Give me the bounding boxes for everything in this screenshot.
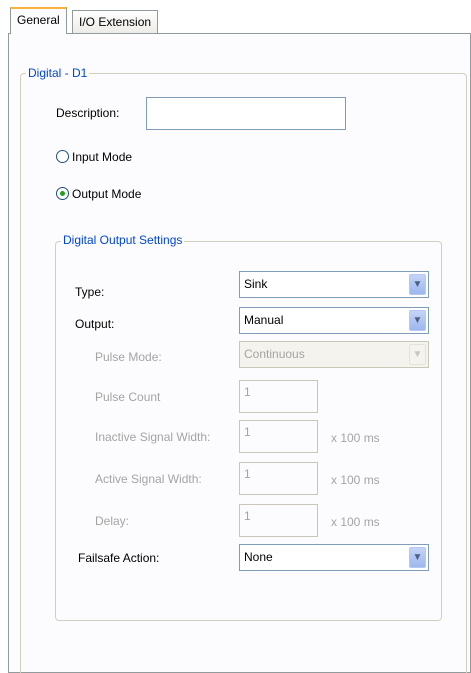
failsafe-action-value: None [244,550,273,564]
type-select[interactable]: Sink ▼ [239,271,429,298]
input-mode-radio[interactable] [56,150,69,163]
pulse-count-label: Pulse Count [95,390,161,404]
pulse-mode-label: Pulse Mode: [95,350,162,364]
pulse-mode-select: Continuous ▼ [239,341,429,368]
radio-selected-dot [60,191,65,196]
chevron-down-icon[interactable]: ▼ [409,310,426,331]
tab-strip: General I/O Extension [0,0,471,34]
output-settings-title: Digital Output Settings [61,233,185,247]
delay-input: 1 [239,504,318,537]
active-signal-width-label: Active Signal Width: [95,472,202,486]
delay-unit-label: x 100 ms [331,515,380,529]
type-label: Type: [75,285,105,299]
delay-label: Delay: [95,514,130,528]
output-value: Manual [244,313,284,327]
failsafe-action-label: Failsafe Action: [78,551,160,565]
inactive-signal-width-input: 1 [239,420,318,453]
input-mode-label[interactable]: Input Mode [72,150,132,164]
description-input[interactable] [146,97,346,130]
output-label: Output: [75,317,115,331]
inactive-signal-width-label: Inactive Signal Width: [95,430,211,444]
pulse-count-input: 1 [239,380,318,413]
active-unit-label: x 100 ms [331,473,380,487]
pulse-mode-value: Continuous [244,347,305,361]
inactive-unit-label: x 100 ms [331,431,380,445]
description-label: Description: [56,106,120,120]
tab-general-label: General [17,13,60,27]
output-mode-radio[interactable] [56,187,69,200]
tab-io-extension-label: I/O Extension [79,15,152,29]
digital-group-title: Digital - D1 [26,66,90,80]
chevron-down-icon[interactable]: ▼ [409,274,426,295]
chevron-down-icon[interactable]: ▼ [409,547,426,568]
type-value: Sink [244,277,268,291]
output-select[interactable]: Manual ▼ [239,307,429,334]
output-mode-label[interactable]: Output Mode [72,187,141,201]
failsafe-action-select[interactable]: None ▼ [239,544,429,571]
active-signal-width-input: 1 [239,462,318,495]
chevron-down-icon: ▼ [409,344,426,365]
tab-general[interactable]: General [10,7,67,34]
tab-io-extension[interactable]: I/O Extension [72,10,159,34]
